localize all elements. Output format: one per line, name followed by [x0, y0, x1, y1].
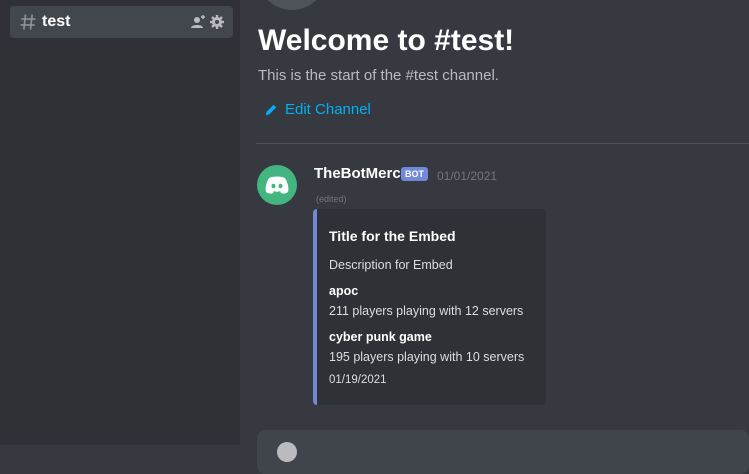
channel-item-test[interactable]: test — [10, 6, 233, 38]
message-timestamp: 01/01/2021 — [437, 169, 498, 183]
gear-icon[interactable] — [209, 14, 225, 30]
edited-label: (edited) — [316, 194, 347, 204]
add-attachment-icon[interactable] — [277, 442, 297, 462]
welcome-subtitle: This is the start of the #test channel. — [258, 67, 499, 84]
add-member-icon[interactable] — [190, 14, 206, 30]
channel-name: test — [42, 13, 71, 30]
edit-channel-link[interactable]: Edit Channel — [264, 101, 371, 118]
bot-badge: BOT — [401, 167, 428, 181]
embed-description: Description for Embed — [329, 258, 453, 272]
welcome-title: Welcome to #test! — [258, 24, 515, 57]
message-author[interactable]: TheBotMerc — [314, 165, 401, 182]
pencil-icon — [265, 104, 277, 115]
embed-field-name: apoc — [329, 284, 359, 298]
hash-icon — [20, 14, 36, 30]
message-input[interactable] — [257, 430, 749, 474]
bot-avatar[interactable] — [257, 165, 297, 205]
discord-logo-icon — [265, 176, 289, 194]
message-embed: Title for the Embed Description for Embe… — [313, 209, 546, 405]
edit-channel-label: Edit Channel — [285, 101, 371, 118]
embed-title: Title for the Embed — [329, 228, 456, 244]
embed-field-value: 195 players playing with 10 servers — [329, 350, 525, 364]
channel-sidebar: test — [0, 0, 240, 445]
embed-field-value: 211 players playing with 12 servers — [329, 304, 524, 318]
embed-footer: 01/19/2021 — [329, 374, 387, 386]
embed-field-name: cyber punk game — [329, 330, 432, 344]
divider — [256, 143, 749, 144]
